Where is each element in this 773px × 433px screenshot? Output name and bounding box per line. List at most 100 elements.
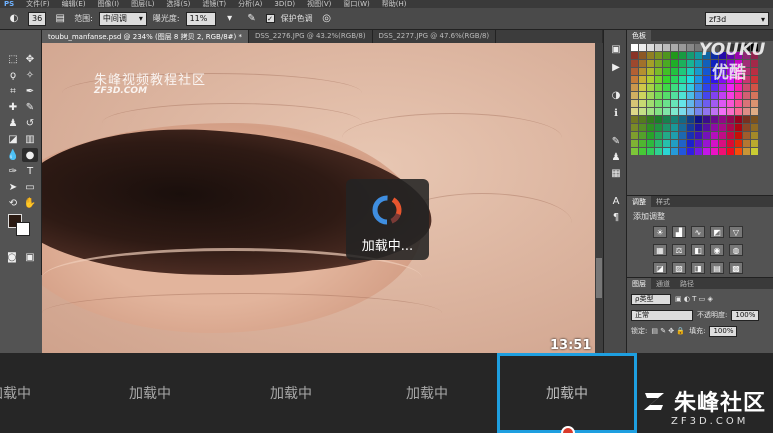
color-swatch[interactable] [703, 140, 710, 147]
color-swatch[interactable] [687, 140, 694, 147]
color-swatch[interactable] [679, 84, 686, 91]
color-swatch[interactable] [679, 140, 686, 147]
color-swatch[interactable] [647, 60, 654, 67]
color-swatch[interactable] [687, 108, 694, 115]
color-swatch[interactable] [743, 84, 750, 91]
color-swatch[interactable] [751, 68, 758, 75]
color-swatch[interactable] [711, 84, 718, 91]
tab-channels[interactable]: 通道 [651, 278, 675, 289]
color-swatch[interactable] [631, 84, 638, 91]
color-swatch[interactable] [751, 100, 758, 107]
color-swatch[interactable] [671, 84, 678, 91]
photo-filter-icon[interactable]: ◉ [710, 244, 724, 256]
color-swatch[interactable] [663, 52, 670, 59]
color-swatch[interactable] [655, 60, 662, 67]
color-swatch[interactable] [727, 84, 734, 91]
color-swatch[interactable] [687, 148, 694, 155]
menu-item[interactable]: 3D(D) [274, 0, 295, 8]
color-swatch[interactable] [663, 140, 670, 147]
color-swatch[interactable] [751, 124, 758, 131]
color-swatch[interactable] [631, 68, 638, 75]
color-swatch[interactable] [647, 124, 654, 131]
hue-saturation-icon[interactable]: ▦ [653, 244, 667, 256]
color-swatch[interactable] [655, 68, 662, 75]
color-swatch[interactable] [743, 108, 750, 115]
tool-presets-icon[interactable]: ▦ [608, 166, 624, 180]
gradient-tool-icon[interactable]: ▥ [22, 132, 38, 146]
color-swatch[interactable] [663, 60, 670, 67]
brush-size-picker[interactable]: 36 [28, 11, 47, 26]
color-swatch[interactable] [751, 84, 758, 91]
filter-icons[interactable]: ▣ ◐ T ▭ ◈ [675, 295, 713, 303]
color-swatch[interactable] [695, 100, 702, 107]
gradient-map-icon[interactable]: ▤ [710, 262, 724, 274]
color-swatch[interactable] [743, 148, 750, 155]
color-swatch[interactable] [671, 140, 678, 147]
menu-item[interactable]: 视图(V) [307, 0, 331, 8]
exposure-icon[interactable]: ◩ [710, 226, 724, 238]
color-swatch[interactable] [647, 108, 654, 115]
tab-paths[interactable]: 路径 [675, 278, 699, 289]
stamp-tool-icon[interactable]: ♟ [5, 116, 21, 130]
brush-panel-icon[interactable]: ▤ [52, 12, 68, 26]
color-swatch[interactable] [631, 76, 638, 83]
color-swatch[interactable] [703, 116, 710, 123]
menu-item[interactable]: 窗口(W) [343, 0, 369, 8]
dodge-tool-icon[interactable]: ● [22, 148, 38, 162]
color-swatch[interactable] [727, 148, 734, 155]
color-swatch[interactable] [647, 84, 654, 91]
tab-document-1[interactable]: toubu_manfanse.psd @ 234% (图层 8 拷贝 2, RG… [42, 30, 249, 43]
color-swatch[interactable] [743, 132, 750, 139]
color-swatch[interactable] [711, 92, 718, 99]
video-thumbnail[interactable]: 加载中 [357, 353, 497, 433]
color-swatch[interactable] [711, 140, 718, 147]
tab-styles[interactable]: 样式 [651, 196, 675, 207]
color-swatch[interactable] [663, 84, 670, 91]
color-swatch[interactable] [679, 100, 686, 107]
fill-input[interactable]: 100% [709, 325, 738, 337]
color-swatch[interactable] [735, 92, 742, 99]
color-swatch[interactable] [743, 124, 750, 131]
color-swatch[interactable] [735, 116, 742, 123]
color-swatch[interactable] [647, 68, 654, 75]
hand-tool-icon[interactable]: ✋ [22, 196, 38, 210]
color-swatch[interactable] [751, 60, 758, 67]
color-swatch[interactable] [695, 124, 702, 131]
black-white-icon[interactable]: ◧ [691, 244, 705, 256]
color-swatch[interactable] [703, 68, 710, 75]
color-swatch[interactable] [735, 132, 742, 139]
tab-layers[interactable]: 图层 [627, 278, 651, 289]
color-swatch[interactable] [631, 60, 638, 67]
levels-icon[interactable]: ▟ [672, 226, 686, 238]
color-swatch[interactable] [687, 100, 694, 107]
color-swatch[interactable] [679, 108, 686, 115]
color-swatch[interactable] [727, 140, 734, 147]
color-swatch[interactable] [719, 140, 726, 147]
color-swatch[interactable] [647, 92, 654, 99]
color-swatch[interactable] [719, 124, 726, 131]
color-swatch[interactable] [671, 108, 678, 115]
history-brush-tool-icon[interactable]: ↺ [22, 116, 38, 130]
color-swatch[interactable] [727, 132, 734, 139]
color-swatch[interactable] [647, 100, 654, 107]
color-swatch[interactable] [671, 92, 678, 99]
color-swatch[interactable] [719, 100, 726, 107]
color-swatch[interactable] [671, 100, 678, 107]
color-swatch[interactable] [631, 44, 638, 51]
color-swatch[interactable] [727, 108, 734, 115]
color-swatch[interactable] [663, 44, 670, 51]
color-swatch[interactable] [639, 100, 646, 107]
color-swatch[interactable] [639, 116, 646, 123]
blur-tool-icon[interactable]: 💧 [5, 148, 21, 162]
color-swatch[interactable] [663, 124, 670, 131]
color-swatch[interactable] [655, 116, 662, 123]
range-select[interactable]: 中间调 ▾ [98, 11, 147, 26]
color-swatch[interactable] [703, 76, 710, 83]
color-swatch[interactable] [703, 124, 710, 131]
color-swatch[interactable] [631, 92, 638, 99]
color-swatch[interactable] [639, 140, 646, 147]
airbrush-icon[interactable]: ✎ [244, 12, 260, 26]
color-swatch[interactable] [679, 76, 686, 83]
color-swatch[interactable] [639, 60, 646, 67]
selective-color-icon[interactable]: ▩ [729, 262, 743, 274]
